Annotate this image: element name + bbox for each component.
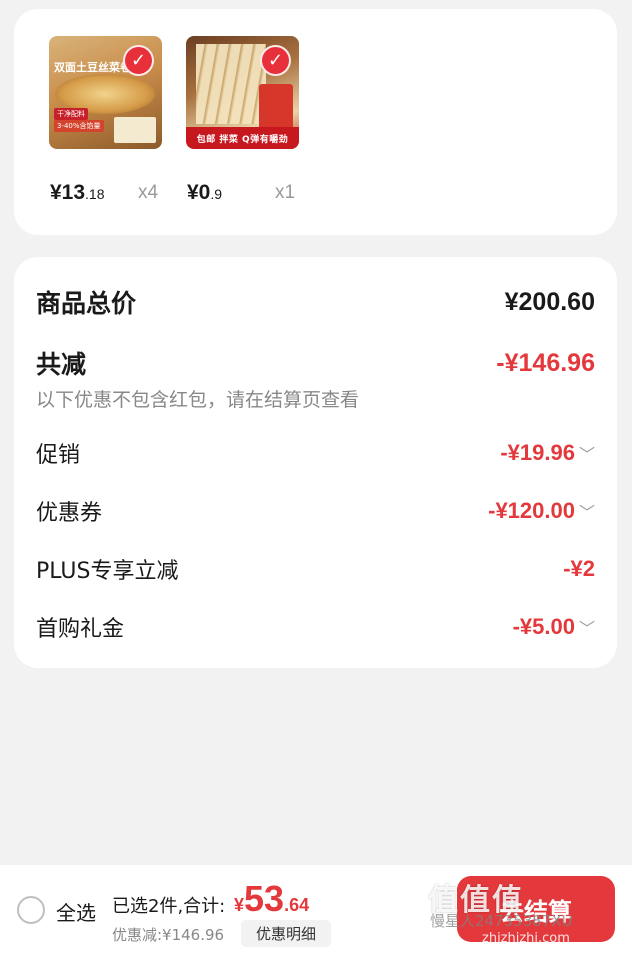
check-icon[interactable]: ✓ (260, 45, 291, 76)
promotion-row[interactable]: 促销 -¥19.96 ﹀ (36, 437, 595, 469)
watermark-user: 慢星人24735387XU (430, 912, 573, 930)
select-all-radio[interactable] (17, 896, 45, 924)
price-summary-card: 商品总价 ¥200.60 共减 -¥146.96 以下优惠不包含红包，请在结算页… (14, 257, 617, 668)
item-quantity: x4 (138, 182, 159, 203)
total-discount-label: 共减 (36, 350, 87, 379)
watermark-site: zhizhizhi.com (482, 931, 570, 946)
item-price: ¥0.9 (187, 181, 223, 204)
total-price-value: ¥200.60 (504, 287, 595, 316)
package-illustration (114, 117, 156, 143)
first-purchase-gift-row[interactable]: 首购礼金 -¥5.00 ﹀ (36, 611, 595, 643)
product-image-tag: 干净配料 (54, 108, 88, 120)
plus-discount-row: PLUS专享立减 -¥2 (36, 553, 595, 585)
selected-count-text: 已选2件,合计: (112, 896, 226, 917)
total-discount-value: -¥146.96 (496, 348, 595, 377)
cart-items-card: 双面土豆丝菜卷 干净配料 3-40%含馅量 ✓ 包邮 拌菜 Q弹有嚼劲 ✓ ¥1… (14, 9, 617, 235)
select-all-label[interactable]: 全选 (56, 897, 96, 926)
noodle-illustration (196, 44, 266, 124)
chevron-down-icon[interactable]: ﹀ (579, 499, 595, 523)
discount-detail-button[interactable]: 优惠明细 (241, 920, 331, 947)
grand-total: ¥53.64 (234, 878, 310, 919)
item-price: ¥13.18 (50, 181, 105, 204)
coupon-value: -¥120.00 (488, 498, 575, 523)
first-purchase-gift-label: 首购礼金 (36, 617, 125, 642)
saved-amount: 优惠减:¥146.96 (112, 926, 225, 944)
plus-discount-value: -¥2 (563, 556, 595, 581)
item-quantity: x1 (275, 182, 296, 203)
product-image-banner: 包邮 拌菜 Q弹有嚼劲 (186, 127, 299, 149)
product-image-tag: 3-40%含馅量 (54, 120, 104, 132)
chevron-down-icon[interactable]: ﹀ (579, 615, 595, 639)
promotion-value: -¥19.96 (500, 440, 575, 465)
product-image-title: 双面土豆丝菜卷 (54, 61, 131, 74)
first-purchase-gift-value: -¥5.00 (512, 614, 575, 639)
checkout-bar: 全选 已选2件,合计: ¥53.64 优惠减:¥146.96 优惠明细 去结算 … (0, 865, 632, 953)
discount-note: 以下优惠不包含红包，请在结算页查看 (36, 389, 360, 411)
coupon-row[interactable]: 优惠券 -¥120.00 ﹀ (36, 495, 595, 527)
product-image-1[interactable]: 双面土豆丝菜卷 干净配料 3-40%含馅量 ✓ (49, 36, 162, 149)
plus-discount-label: PLUS专享立减 (36, 559, 179, 584)
package-illustration (259, 84, 293, 130)
product-image-2[interactable]: 包邮 拌菜 Q弹有嚼劲 ✓ (186, 36, 299, 149)
total-discount-row: 共减 -¥146.96 (36, 345, 595, 381)
chevron-down-icon[interactable]: ﹀ (579, 441, 595, 465)
coupon-label: 优惠券 (36, 501, 103, 526)
promotion-label: 促销 (36, 443, 81, 468)
check-icon[interactable]: ✓ (123, 45, 154, 76)
total-price-row: 商品总价 ¥200.60 (36, 284, 595, 320)
total-price-label: 商品总价 (36, 289, 137, 318)
